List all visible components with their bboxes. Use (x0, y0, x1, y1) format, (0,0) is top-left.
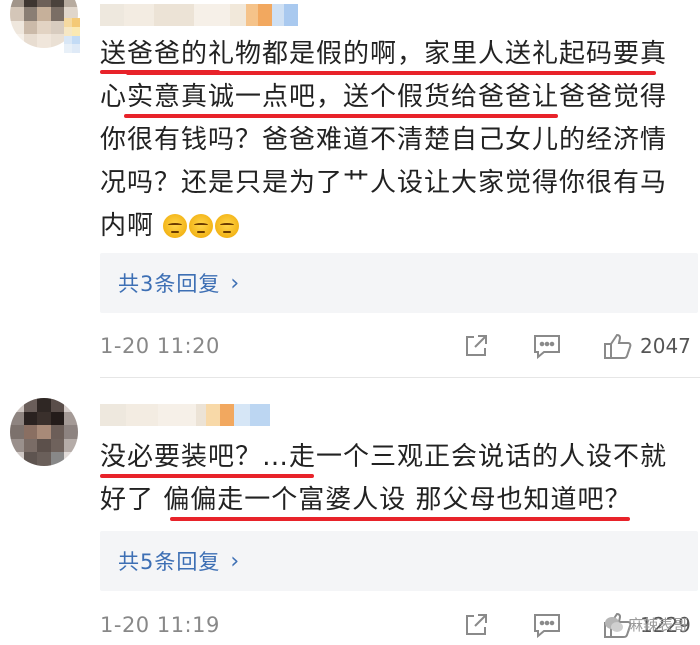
watermark-text: 麻辣表哥 (627, 616, 688, 634)
like-button[interactable]: 2047 (602, 331, 691, 361)
comment-item: 没必要装吧？…走一个三观正会说话的人设不就 好了 偏偏走一个富婆人设 那父母也知… (0, 378, 700, 641)
comment-icon (534, 335, 560, 360)
comment-line: 没必要装吧？…走一个三观正会说话的人设不就 (100, 442, 668, 472)
view-replies-button[interactable]: 共3条回复 › (100, 253, 698, 313)
like-count: 2047 (640, 334, 691, 358)
smirk-emoji-icon (189, 214, 214, 238)
red-underline (100, 474, 314, 478)
smirk-emoji-icon (215, 214, 240, 238)
chevron-right-icon: › (230, 270, 241, 296)
user-badge-blurred (206, 404, 270, 426)
avatar-corner-blurred (40, 18, 80, 62)
smirk-emoji-icon (163, 214, 188, 238)
view-replies-button[interactable]: 共5条回复 › (100, 531, 698, 591)
replies-count-label: 共5条回复 (118, 550, 221, 574)
comment-time: 1-20 11:20 (100, 334, 220, 358)
comment-line: 内啊 (100, 211, 155, 241)
user-badge-blurred (246, 4, 298, 26)
comment-line: 你很有钱吗？爸爸难道不清楚自己女儿的经济情 (100, 125, 668, 155)
comment-text: 送爸爸的礼物都是假的啊，家里人送礼起码要真 心实意真诚一点吧，送个假货给爸爸让爸… (100, 33, 690, 248)
comment-line: 好了 偏偏走一个富婆人设 那父母也知道吧？ (100, 485, 632, 515)
comment-time: 1-20 11:19 (100, 613, 220, 637)
share-button[interactable] (462, 611, 490, 639)
comment-item: 送爸爸的礼物都是假的啊，家里人送礼起码要真 心实意真诚一点吧，送个假货给爸爸让爸… (0, 0, 700, 370)
share-icon (466, 614, 487, 635)
wechat-icon (604, 616, 623, 632)
comment-meta: 1-20 11:20 2047 (100, 326, 700, 366)
red-underline (100, 70, 220, 74)
comment-icon (534, 614, 560, 639)
chevron-right-icon: › (230, 548, 241, 574)
watermark: 麻辣表哥 (604, 614, 688, 635)
share-button[interactable] (462, 332, 490, 360)
avatar[interactable] (10, 398, 78, 466)
comment-text: 没必要装吧？…走一个三观正会说话的人设不就 好了 偏偏走一个富婆人设 那父母也知… (100, 436, 690, 522)
share-icon (466, 335, 487, 356)
replies-count-label: 共3条回复 (118, 272, 221, 296)
comment-line: 心实意真诚一点吧，送个假货给爸爸让爸爸觉得 (100, 82, 668, 112)
red-underline (124, 114, 558, 118)
red-underline (170, 517, 630, 521)
thumbs-up-icon (604, 333, 632, 359)
comment-line: 送爸爸的礼物都是假的啊，家里人送礼起码要真 (100, 39, 668, 69)
comment-button[interactable] (532, 332, 562, 360)
comment-line: 况吗？还是只是为了艹人设让大家觉得你很有马 (100, 168, 668, 198)
comment-button[interactable] (532, 611, 562, 639)
